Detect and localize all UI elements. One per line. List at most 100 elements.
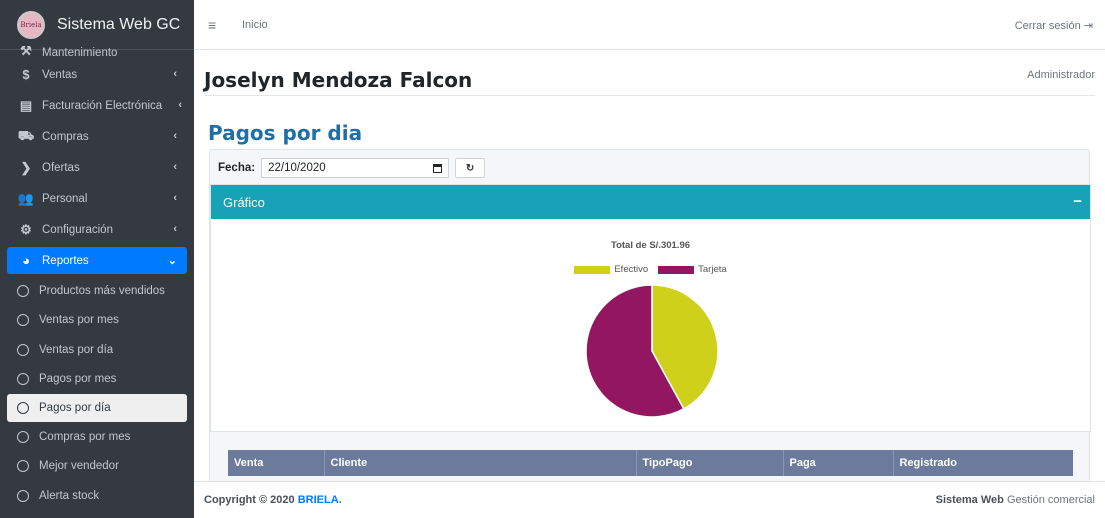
circle-icon [17,430,29,443]
divider [204,95,1095,96]
brand[interactable]: Briela Sistema Web GC [0,0,194,50]
card-header: Gráfico − [211,185,1090,219]
sidebar-item-label: Compras [42,130,89,143]
circle-icon [17,402,29,414]
footer-right: Sistema Web Gestión comercial [936,494,1095,506]
date-filter: Fecha: 22/10/2020 ↻ [218,158,486,178]
sidebar-item-label: Ventas [42,68,78,81]
circle-icon [17,489,29,502]
menu-icon[interactable]: ≡ [208,17,216,33]
invoice-icon: ▤ [19,97,33,113]
sign-out-icon: ⇥ [1083,20,1093,32]
main-content: Joselyn Mendoza Falcon Administrador Pag… [194,51,1105,484]
chevron-left-icon: ‹ [178,99,182,111]
sidebar-subitem-productos-mas-vendidos[interactable]: Productos más vendidos [0,276,194,306]
sidebar-subitem-mejor-vendedor[interactable]: Mejor vendedor [0,452,194,482]
logout-link[interactable]: Cerrar sesión ⇥ [1015,19,1093,32]
sidebar-subitem-pagos-por-dia[interactable]: Pagos por día [7,394,187,422]
footer-left: Copyright © 2020 BRIELA. [204,494,342,506]
chart-title: Total de S/.301.96 [610,240,691,251]
sidebar-subitem-label: Ventas por día [39,343,114,356]
circle-icon [17,314,29,327]
col-tipopago[interactable]: TipoPago [636,450,784,476]
sidebar-subitem-ventas-por-mes[interactable]: Ventas por mes [0,306,194,336]
legend-label: Tarjeta [698,264,727,275]
sidebar-subitem-label: Mejor vendedor [39,460,119,473]
sidebar: Briela Sistema Web GC ⚒ Mantenimiento $ … [0,0,194,518]
sidebar-subitem-ventas-por-dia[interactable]: Ventas por día [0,335,194,365]
card-title: Gráfico [223,194,265,210]
sidebar-item-label: Reportes [42,254,89,267]
legend-swatch [574,265,611,274]
home-link[interactable]: Inicio [242,19,268,31]
col-paga[interactable]: Paga [783,450,894,476]
chevron-down-icon: ⌄ [167,255,177,267]
table-header-row: Venta Cliente TipoPago Paga Registrado [228,450,1073,476]
col-registrado[interactable]: Registrado [893,450,1073,476]
chevron-left-icon: ‹ [173,68,177,80]
sidebar-item-label: Personal [42,192,88,205]
legend-swatch [658,265,695,274]
sidebar-subitem-label: Compras por mes [39,430,131,443]
sidebar-item-label: Ofertas [42,161,80,174]
dollar-icon: $ [22,67,30,82]
sidebar-item-mantenimiento[interactable]: ⚒ Mantenimiento [0,46,194,59]
chevron-left-icon: ‹ [173,161,177,173]
page-title: Pagos por dia [208,121,363,145]
tags-icon: ❯ [20,159,32,175]
user-name: Joselyn Mendoza Falcon [204,68,473,92]
chevron-left-icon: ‹ [173,192,177,204]
circle-icon [17,343,29,356]
sidebar-subitem-label: Ventas por mes [39,314,119,327]
date-label: Fecha: [218,162,256,174]
sidebar-item-ofertas[interactable]: ❯ Ofertas ‹ [0,152,194,183]
date-input[interactable]: 22/10/2020 [261,158,450,178]
calendar-icon[interactable] [433,163,443,173]
sidebar-item-personal[interactable]: 👥 Personal ‹ [0,183,194,214]
pie-chart [585,284,719,418]
footer-system-name: Sistema Web [935,494,1004,506]
circle-icon [17,284,29,297]
chevron-left-icon: ‹ [173,130,177,142]
sidebar-subitem-alerta-stock[interactable]: Alerta stock [0,481,194,511]
sidebar-item-label: Configuración [42,223,113,236]
legend-item-tarjeta[interactable]: Tarjeta [658,264,727,275]
chevron-left-icon: ‹ [173,223,177,235]
sidebar-subitem-label: Pagos por día [39,402,111,414]
footer: Copyright © 2020 BRIELA. Sistema Web Ges… [194,481,1105,518]
sidebar-item-reportes[interactable]: ◕ Reportes ⌄ [7,247,187,274]
refresh-icon: ↻ [465,162,475,174]
sidebar-subitem-label: Productos más vendidos [39,284,165,297]
brand-logo: Briela [17,10,45,39]
payments-table-wrap: Venta Cliente TipoPago Paga Registrado [228,450,1073,476]
sidebar-item-compras[interactable]: ⛟ Compras ‹ [0,121,194,152]
sidebar-nav: ⚒ Mantenimiento $ Ventas ‹ ▤ Facturación… [0,46,194,511]
legend-item-efectivo[interactable]: Efectivo [574,264,648,275]
col-venta[interactable]: Venta [228,450,325,476]
sidebar-item-ventas[interactable]: $ Ventas ‹ [0,59,194,90]
chart-card: Gráfico − Total de S/.301.96 Efectivo Ta… [210,184,1091,432]
sidebar-item-configuracion[interactable]: ⚙ Configuración ‹ [0,214,194,245]
sidebar-subitem-label: Pagos por mes [39,373,117,386]
footer-brand-link[interactable]: BRIELA. [298,494,342,506]
cart-icon: ⛟ [17,127,35,143]
chart-legend: Efectivo Tarjeta [211,264,1090,275]
payments-table: Venta Cliente TipoPago Paga Registrado [228,450,1073,476]
sidebar-subitem-label: Alerta stock [39,489,100,502]
sidebar-subitem-compras-por-mes[interactable]: Compras por mes [0,422,194,452]
collapse-icon[interactable]: − [1073,193,1082,210]
sidebar-item-label: Facturación Electrónica [42,99,163,112]
sidebar-item-facturacion[interactable]: ▤ Facturación Electrónica ‹ [0,90,194,121]
copyright-text: Copyright © 2020 [204,494,295,506]
logout-label: Cerrar sesión [1014,20,1081,32]
brand-title: Sistema Web GC [57,15,181,33]
cog-icon: ⚙ [20,221,32,237]
sidebar-item-label: Mantenimiento [42,47,118,59]
footer-system-desc: Gestión comercial [1006,494,1095,506]
col-cliente[interactable]: Cliente [324,450,637,476]
refresh-button[interactable]: ↻ [455,158,486,178]
legend-label: Efectivo [614,264,649,275]
sidebar-subitem-pagos-por-mes[interactable]: Pagos por mes [0,365,194,395]
user-role: Administrador [1027,69,1095,81]
circle-icon [17,460,29,473]
